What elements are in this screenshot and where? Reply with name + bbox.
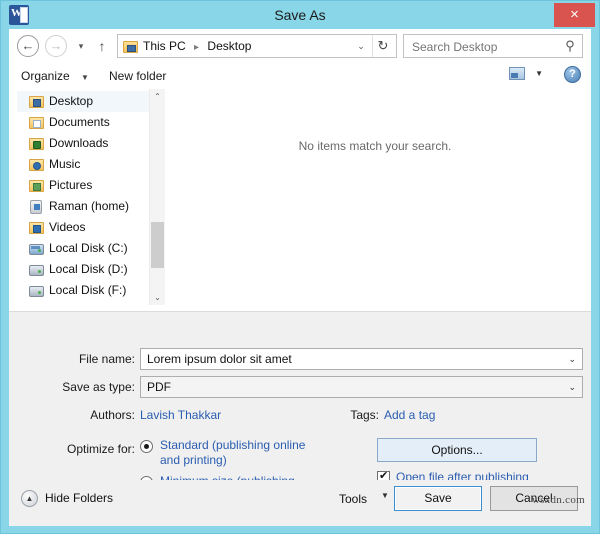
tools-button[interactable]: Tools [339,489,367,509]
sidebar-item-label: Downloads [49,136,109,150]
search-box[interactable]: ⚲ [403,34,583,59]
tree-scrollbar[interactable]: ⌃ ⌄ [149,89,165,305]
new-folder-button[interactable]: New folder [109,67,166,85]
window-title: Save As [274,7,326,23]
save-as-type-value: PDF [147,380,171,394]
sidebar-item-local-disk-c[interactable]: Local Disk (C:) [17,238,163,259]
scroll-up-icon[interactable]: ⌃ [150,89,165,104]
navigation-tree-pane: Desktop Documents Downloads Music Pictur… [17,91,163,307]
drive-icon [29,283,45,298]
browser-body: Desktop Documents Downloads Music Pictur… [9,89,591,311]
save-options-pane: File name: Lorem ipsum dolor sit amet ⌄ … [9,311,591,526]
recent-locations-chevron-down-icon[interactable]: ▾ [73,35,89,57]
title-bar: W Save As × [1,1,599,29]
sidebar-item-label: Videos [49,220,86,234]
sidebar-item-label: Desktop [49,94,94,108]
breadcrumb-separator-icon: ▸ [194,42,200,53]
sidebar-item-label: Documents [49,115,110,129]
sidebar-item-label: Local Disk (D:) [49,262,128,276]
collapse-up-icon: ▲ [21,490,38,507]
save-as-type-label: Save as type: [62,380,135,394]
sidebar-item-downloads[interactable]: Downloads [17,133,163,154]
scroll-down-icon[interactable]: ⌄ [150,290,165,305]
address-chevron-down-icon[interactable]: ⌄ [352,35,370,57]
up-one-level-icon[interactable]: ↑ [93,35,111,57]
file-name-value: Lorem ipsum dolor sit amet [147,352,292,366]
authors-value-link[interactable]: Lavish Thakkar [140,406,221,424]
view-layout-icon[interactable] [509,67,527,83]
close-button[interactable]: × [554,3,595,27]
organize-chevron-down-icon[interactable]: ▼ [81,69,89,87]
radio-standard-label: Standard (publishing online and printing… [160,438,306,467]
sidebar-item-label: Raman (home) [49,199,130,213]
sidebar-item-raman-home[interactable]: Raman (home) [17,196,163,217]
sidebar-item-label: Local Disk (C:) [49,241,128,255]
refresh-icon[interactable]: ↻ [372,35,393,57]
forward-icon[interactable]: → [45,35,67,57]
desktop-folder-icon [29,94,45,109]
file-name-label: File name: [78,352,135,366]
hide-folders-label: Hide Folders [45,491,114,505]
sidebar-item-pictures[interactable]: Pictures [17,175,163,196]
address-bar[interactable]: This PC ▸ Desktop ⌄ ↻ [117,34,397,58]
sidebar-item-music[interactable]: Music [17,154,163,175]
videos-folder-icon [29,220,45,235]
sidebar-item-label: Music [49,157,81,171]
chevron-down-icon[interactable]: ⌄ [568,377,576,397]
file-name-input[interactable]: Lorem ipsum dolor sit amet ⌄ [140,348,583,370]
watermark: wsxdn.com [531,494,585,506]
desktop-folder-icon [123,39,138,53]
tools-chevron-down-icon[interactable]: ▼ [381,491,389,500]
authors-label: Authors: [90,408,135,422]
sidebar-item-local-disk-d[interactable]: Local Disk (D:) [17,259,163,280]
breadcrumb: This PC ▸ Desktop [143,35,251,57]
sidebar-item-label: Pictures [49,178,93,192]
file-list-pane[interactable]: No items match your search. [167,91,583,307]
empty-list-message: No items match your search. [298,139,452,153]
back-icon[interactable]: ← [17,35,39,57]
optimize-for-label: Optimize for: [66,442,135,456]
view-chevron-down-icon[interactable]: ▼ [535,69,543,78]
home-user-icon [29,199,45,214]
sidebar-item-desktop[interactable]: Desktop [17,91,163,112]
tags-label: Tags: [350,408,379,422]
sidebar-item-videos[interactable]: Videos [17,217,163,238]
system-drive-icon [29,241,45,256]
scrollbar-thumb[interactable] [151,222,164,268]
save-button[interactable]: Save [394,486,482,511]
pictures-folder-icon [29,178,45,193]
dialog-client-area: ← → ▾ ↑ This PC ▸ Desktop ⌄ ↻ ⚲ [9,29,591,526]
save-as-type-select[interactable]: PDF ⌄ [140,376,583,398]
music-folder-icon [29,157,45,172]
organize-button[interactable]: Organize [21,67,70,85]
help-icon[interactable]: ? [564,66,581,83]
navigation-bar: ← → ▾ ↑ This PC ▸ Desktop ⌄ ↻ ⚲ [9,29,591,63]
sidebar-item-local-disk-f[interactable]: Local Disk (F:) [17,280,163,301]
radio-indicator [140,440,153,453]
add-a-tag-link[interactable]: Add a tag [384,406,435,424]
downloads-folder-icon [29,136,45,151]
breadcrumb-item-desktop[interactable]: Desktop [207,39,251,53]
sidebar-item-documents[interactable]: Documents [17,112,163,133]
drive-icon [29,262,45,277]
chevron-down-icon[interactable]: ⌄ [568,349,576,369]
documents-folder-icon [29,115,45,130]
command-toolbar: Organize ▼ New folder ▼ ? [9,63,591,90]
save-as-dialog-window: W Save As × ← → ▾ ↑ This PC ▸ Desktop ⌄ … [0,0,600,534]
sidebar-item-label: Local Disk (F:) [49,283,127,297]
breadcrumb-item-this-pc[interactable]: This PC [143,39,186,53]
dialog-footer: ▲ Hide Folders Tools ▼ Save Cancel wsxdn… [9,480,591,526]
search-icon[interactable]: ⚲ [563,38,577,54]
options-button[interactable]: Options... [377,438,537,462]
search-input[interactable] [410,35,559,59]
